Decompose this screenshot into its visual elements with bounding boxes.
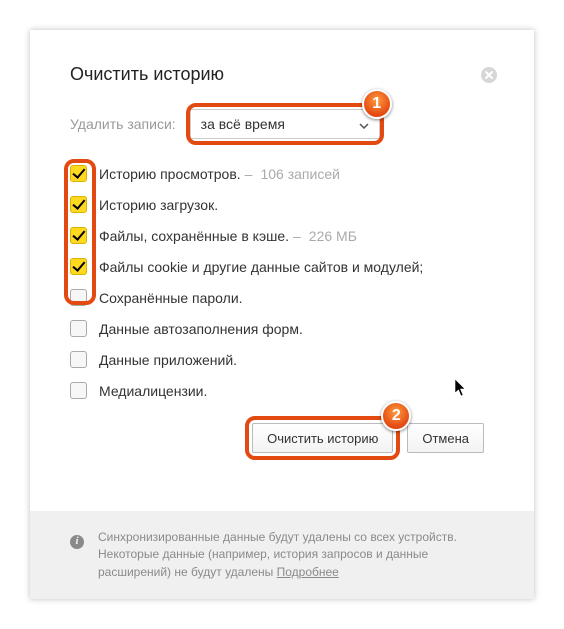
info-icon: i: [70, 535, 84, 549]
option-row: Историю загрузок.: [70, 196, 494, 213]
option-label: Файлы cookie и другие данные сайтов и мо…: [99, 259, 423, 275]
time-range-value: за всё время: [201, 116, 285, 132]
learn-more-link[interactable]: Подробнее: [277, 565, 339, 579]
option-checkbox[interactable]: [70, 289, 87, 306]
option-meta: 226 МБ: [309, 228, 357, 244]
option-row: Данные автозаполнения форм.: [70, 320, 494, 337]
option-row: Историю просмотров.–106 записей: [70, 165, 494, 182]
chevron-down-icon: [359, 116, 369, 132]
cancel-button[interactable]: Отмена: [407, 423, 484, 453]
option-row: Файлы cookie и другие данные сайтов и мо…: [70, 258, 494, 275]
option-label: Медиалицензии.: [99, 383, 207, 399]
option-label: Историю загрузок.: [99, 197, 218, 213]
option-checkbox[interactable]: [70, 258, 87, 275]
dialog-title: Очистить историю: [70, 64, 494, 85]
clear-history-dialog: Очистить историю Удалить записи: за всё …: [30, 30, 534, 599]
option-checkbox[interactable]: [70, 196, 87, 213]
option-row: Сохранённые пароли.: [70, 289, 494, 306]
option-meta: 106 записей: [260, 166, 339, 182]
range-label: Удалить записи:: [70, 116, 176, 132]
close-icon[interactable]: [480, 66, 498, 84]
option-row: Данные приложений.: [70, 351, 494, 368]
separator: –: [245, 166, 253, 182]
option-label: Данные автозаполнения форм.: [99, 321, 303, 337]
clear-history-button[interactable]: Очистить историю: [252, 423, 393, 453]
option-label: Файлы, сохранённые в кэше.: [99, 228, 289, 244]
option-checkbox[interactable]: [70, 227, 87, 244]
time-range-select[interactable]: за всё время: [190, 109, 380, 139]
option-row: Медиалицензии.: [70, 382, 494, 399]
option-checkbox[interactable]: [70, 351, 87, 368]
option-label: Историю просмотров.: [99, 166, 241, 182]
options-list: Историю просмотров.–106 записейИсторию з…: [70, 165, 494, 399]
separator: –: [293, 228, 301, 244]
sync-warning-footer: i Синхронизированные данные будут удален…: [30, 511, 534, 599]
option-checkbox[interactable]: [70, 165, 87, 182]
option-label: Данные приложений.: [99, 352, 237, 368]
option-checkbox[interactable]: [70, 382, 87, 399]
option-label: Сохранённые пароли.: [99, 290, 243, 306]
option-row: Файлы, сохранённые в кэше.–226 МБ: [70, 227, 494, 244]
option-checkbox[interactable]: [70, 320, 87, 337]
annotation-badge-1: 1: [362, 89, 392, 119]
